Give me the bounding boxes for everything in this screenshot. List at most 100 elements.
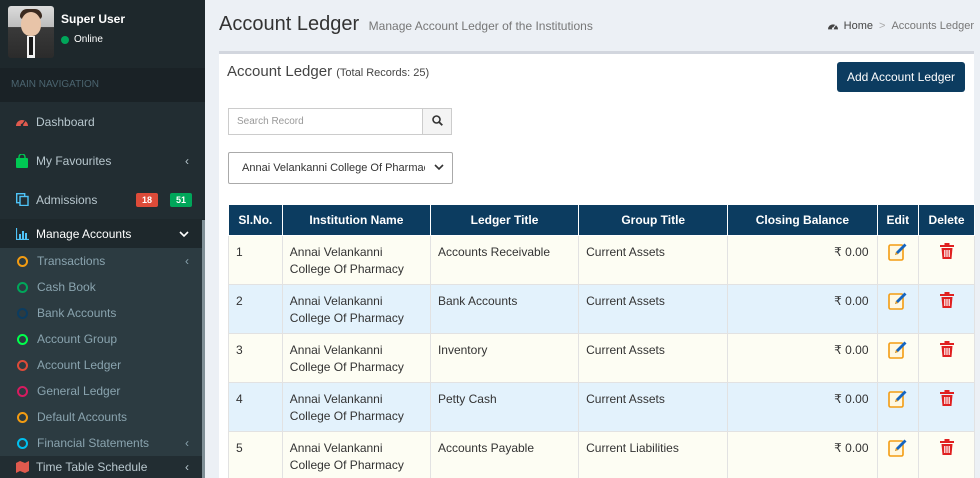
sidebar-item-my-favourites[interactable]: My Favourites ‹ xyxy=(0,141,205,180)
edit-icon[interactable] xyxy=(887,291,908,316)
sidebar-subitem-label: Financial Statements xyxy=(37,436,150,450)
sidebar-subitem-bank-accounts[interactable]: Bank Accounts xyxy=(0,300,205,326)
edit-icon[interactable] xyxy=(887,389,908,414)
cell-edit xyxy=(876,333,920,383)
content-header: Account Ledger Manage Account Ledger of … xyxy=(205,0,980,50)
cell-institution: Annai Velankanni College Of Pharmacy xyxy=(281,235,431,285)
cell-closing-balance: ₹ 0.00 xyxy=(727,284,878,334)
cell-closing-balance: ₹ 0.00 xyxy=(727,382,878,432)
cell-delete xyxy=(918,284,975,334)
sidebar-subitem-label: Transactions xyxy=(37,254,106,268)
edit-icon[interactable] xyxy=(887,242,908,267)
trash-icon[interactable] xyxy=(939,438,955,461)
sidebar: Super User Online MAIN NAVIGATION Dashbo… xyxy=(0,0,205,478)
cell-group-title: Current Assets xyxy=(578,382,729,432)
cell-ledger-title: Bank Accounts xyxy=(429,284,580,334)
circle-icon xyxy=(17,437,28,449)
sidebar-item-time-table-schedule[interactable]: Time Table Schedule ‹ xyxy=(0,456,205,478)
sidebar-subitem-label: Cash Book xyxy=(37,280,96,294)
manage-accounts-submenu: Transactions ‹ Cash Book Bank Accounts A… xyxy=(0,248,205,456)
chevron-down-icon xyxy=(434,162,444,174)
box-title: Account Ledger (Total Records: 25) xyxy=(227,63,429,80)
column-header: Delete xyxy=(918,204,975,236)
total-records: (Total Records: 25) xyxy=(336,67,430,79)
sidebar-subitem-label: Bank Accounts xyxy=(37,306,117,320)
edit-icon[interactable] xyxy=(887,340,908,365)
sidebar-subitem-account-ledger[interactable]: Account Ledger xyxy=(0,352,205,378)
column-header[interactable]: Closing Balance xyxy=(727,204,878,236)
cell-institution: Annai Velankanni College Of Pharmacy xyxy=(281,431,431,478)
online-dot-icon xyxy=(61,35,69,44)
circle-icon xyxy=(17,411,28,423)
breadcrumb-home-link[interactable]: Home xyxy=(844,20,873,32)
user-name: Super User xyxy=(61,12,126,26)
admissions-badge-green: 51 xyxy=(169,192,192,207)
sidebar-subitem-label: Account Group xyxy=(37,332,118,346)
trash-icon[interactable] xyxy=(939,389,955,412)
search-icon xyxy=(431,114,443,129)
search-button[interactable] xyxy=(423,108,452,135)
column-header[interactable]: Sl.No. xyxy=(228,204,283,236)
cell-group-title: Current Assets xyxy=(578,333,729,383)
cell-closing-balance: ₹ 0.00 xyxy=(727,431,878,478)
page-subtitle: Manage Account Ledger of the Institution… xyxy=(368,19,593,33)
chevron-left-icon: ‹ xyxy=(185,436,189,450)
column-header[interactable]: Group Title xyxy=(578,204,729,236)
table-row: 2 Annai Velankanni College Of Pharmacy B… xyxy=(228,284,975,334)
table-row: 1 Annai Velankanni College Of Pharmacy A… xyxy=(228,235,975,285)
search-input[interactable] xyxy=(228,108,423,135)
page-title: Account Ledger Manage Account Ledger of … xyxy=(219,13,593,36)
cell-edit xyxy=(876,431,920,478)
circle-icon xyxy=(17,281,28,293)
search-group xyxy=(228,108,452,135)
cell-ledger-title: Accounts Receivable xyxy=(429,235,580,285)
sidebar-item-label: Admissions xyxy=(36,192,98,207)
sidebar-subitem-label: Account Ledger xyxy=(37,358,122,372)
sidebar-item-manage-accounts[interactable]: Manage Accounts xyxy=(0,219,205,248)
cell-sl: 4 xyxy=(228,382,283,432)
column-header[interactable]: Institution Name xyxy=(281,204,431,236)
cell-closing-balance: ₹ 0.00 xyxy=(727,235,878,285)
dashboard-icon xyxy=(15,115,29,129)
user-status: Online xyxy=(61,34,103,45)
cell-sl: 2 xyxy=(228,284,283,334)
chevron-left-icon: ‹ xyxy=(185,460,189,474)
sidebar-subitem-financial-statements[interactable]: Financial Statements ‹ xyxy=(0,430,205,456)
table-row: 4 Annai Velankanni College Of Pharmacy P… xyxy=(228,382,975,432)
institution-select-value: Annai Velankanni College Of Pharmacy xyxy=(242,162,425,174)
add-account-ledger-button[interactable]: Add Account Ledger xyxy=(837,62,965,92)
sidebar-subitem-account-group[interactable]: Account Group xyxy=(0,326,205,352)
table-header-row: Sl.No. Institution Name Ledger Title Gro… xyxy=(228,204,975,236)
nav-header: MAIN NAVIGATION xyxy=(0,68,205,102)
table-row: 3 Annai Velankanni College Of Pharmacy I… xyxy=(228,333,975,383)
circle-icon xyxy=(17,385,28,397)
sidebar-item-label: My Favourites xyxy=(36,153,112,168)
sidebar-subitem-label: Default Accounts xyxy=(37,410,128,424)
admissions-badge-red: 18 xyxy=(135,192,158,207)
sidebar-subitem-general-ledger[interactable]: General Ledger xyxy=(0,378,205,404)
circle-icon xyxy=(17,255,28,267)
edit-icon[interactable] xyxy=(887,438,908,463)
cell-sl: 1 xyxy=(228,235,283,285)
avatar xyxy=(8,6,54,58)
sidebar-item-label: Time Table Schedule xyxy=(36,460,148,474)
sidebar-subitem-transactions[interactable]: Transactions ‹ xyxy=(0,248,205,274)
trash-icon[interactable] xyxy=(939,291,955,314)
sidebar-scrollbar[interactable] xyxy=(202,220,205,478)
trash-icon[interactable] xyxy=(939,242,955,265)
sidebar-subitem-default-accounts[interactable]: Default Accounts xyxy=(0,404,205,430)
trash-icon[interactable] xyxy=(939,340,955,363)
sidebar-item-dashboard[interactable]: Dashboard xyxy=(0,102,205,141)
institution-select[interactable]: Annai Velankanni College Of Pharmacy xyxy=(228,152,453,184)
copy-icon xyxy=(15,193,29,207)
sidebar-item-admissions[interactable]: Admissions 18 51 xyxy=(0,180,205,219)
table-row: 5 Annai Velankanni College Of Pharmacy A… xyxy=(228,431,975,478)
cell-sl: 5 xyxy=(228,431,283,478)
cell-ledger-title: Accounts Payable xyxy=(429,431,580,478)
sidebar-subitem-cash-book[interactable]: Cash Book xyxy=(0,274,205,300)
cell-delete xyxy=(918,235,975,285)
column-header[interactable]: Ledger Title xyxy=(429,204,580,236)
ledger-box: Account Ledger (Total Records: 25) Add A… xyxy=(219,51,975,478)
map-icon xyxy=(15,460,29,474)
cell-edit xyxy=(876,235,920,285)
